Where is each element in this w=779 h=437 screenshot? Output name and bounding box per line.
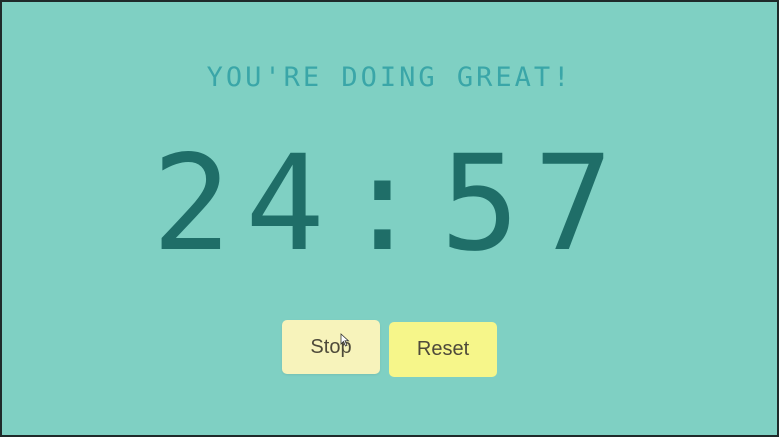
motivational-message: YOU'RE DOING GREAT! [206, 62, 573, 93]
timer-seconds: 57 [440, 127, 628, 281]
countdown-timer: 24:57 [0, 138, 779, 270]
reset-button[interactable]: Reset [389, 322, 497, 377]
stop-button[interactable]: Stop [282, 320, 380, 374]
timer-separator: : [342, 127, 437, 281]
timer-controls: Stop Reset [282, 320, 497, 377]
timer-minutes: 24 [151, 127, 339, 281]
